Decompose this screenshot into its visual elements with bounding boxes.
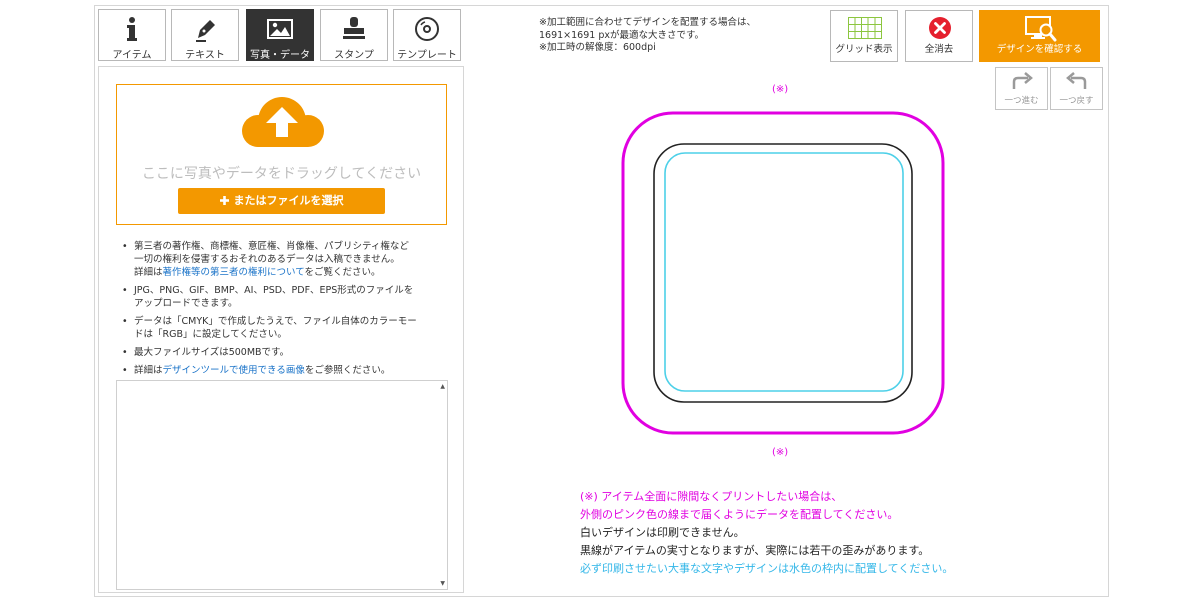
tab-label: 写真・データ xyxy=(250,50,310,61)
tab-label: テキスト xyxy=(185,50,225,61)
grid-button[interactable]: グリッド表示 xyxy=(830,10,898,62)
image-icon xyxy=(247,14,313,44)
confirm-label: デザインを確認する xyxy=(996,44,1083,55)
info-line: ※加工時の解像度：600dpi xyxy=(539,42,656,53)
choose-file-button[interactable]: またはファイルを選択 xyxy=(178,188,385,214)
tab-label: スタンプ xyxy=(334,50,374,61)
scroll-up-icon[interactable]: ▲ xyxy=(440,383,445,390)
upload-notes: 第三者の著作権、商標権、意匠権、肖像権、パブリシティ権など 一切の権利を侵害する… xyxy=(122,240,452,382)
note-copyright: 第三者の著作権、商標権、意匠権、肖像権、パブリシティ権など 一切の権利を侵害する… xyxy=(122,240,452,279)
redo-icon xyxy=(1010,72,1034,95)
caption-line: 必ず印刷させたい大事な文字やデザインは水色の枠内に配置してください。 xyxy=(580,562,954,575)
note-text: アップロードできます。 xyxy=(134,298,238,309)
undo-button[interactable]: 一つ戻す xyxy=(1050,67,1103,110)
drop-instruction: ここに写真やデータをドラッグしてください xyxy=(141,166,422,182)
undo-label: 一つ戻す xyxy=(1059,96,1094,106)
disc-icon xyxy=(394,14,460,44)
scroll-down-icon[interactable]: ▼ xyxy=(440,580,445,587)
note-text: ドは「RGB」に設定してください。 xyxy=(134,329,287,340)
bleed-mark-top: (※) xyxy=(772,84,789,95)
safe-area-outline xyxy=(664,152,904,392)
usable-images-link[interactable]: デザインツールで使用できる画像 xyxy=(163,365,305,376)
tab-photo-data[interactable]: 写真・データ xyxy=(246,9,314,61)
clear-label: 全消去 xyxy=(924,44,954,55)
pen-icon xyxy=(172,14,238,44)
choose-file-label: またはファイルを選択 xyxy=(233,194,344,207)
clear-icon xyxy=(928,16,952,43)
info-line: ※加工範囲に合わせてデザインを配置する場合は、 xyxy=(539,17,756,28)
info-icon xyxy=(99,14,165,44)
item-outline xyxy=(653,143,913,403)
redo-label: 一つ進む xyxy=(1004,96,1039,106)
grid-icon xyxy=(848,17,882,42)
note-text: データは「CMYK」で作成したうえで、ファイル自体のカラーモー xyxy=(134,316,417,327)
note-text: 詳細は xyxy=(134,365,163,376)
note-text: 第三者の著作権、商標権、意匠権、肖像権、パブリシティ権など xyxy=(134,241,409,252)
info-line: 1691×1691 pxが最適な大きさです。 xyxy=(539,29,705,41)
caption-line: 白いデザインは印刷できません。 xyxy=(580,526,745,539)
note-text: をご参照ください。 xyxy=(304,365,391,376)
cloud-upload-icon xyxy=(230,93,335,159)
tab-label: アイテム xyxy=(112,50,152,61)
note-color-mode: データは「CMYK」で作成したうえで、ファイル自体のカラーモー ドは「RGB」に… xyxy=(122,315,452,341)
note-formats: JPG、PNG、GIF、BMP、AI、PSD、PDF、EPS形式のファイルを ア… xyxy=(122,284,452,310)
confirm-design-button[interactable]: デザインを確認する xyxy=(979,10,1100,62)
note-text: 一切の権利を侵害するおそれのあるデータは入稿できません。 xyxy=(134,254,400,265)
stamp-icon xyxy=(321,14,387,44)
note-images: 詳細はデザインツールで使用できる画像をご参照ください。 xyxy=(122,364,452,377)
tab-item[interactable]: アイテム xyxy=(98,9,166,61)
tab-label: テンプレート xyxy=(397,50,457,61)
tab-template[interactable]: テンプレート xyxy=(393,9,461,61)
uploaded-files-list[interactable]: ▲ ▼ xyxy=(116,380,448,590)
clear-all-button[interactable]: 全消去 xyxy=(905,10,973,62)
caption-line: 黒線がアイテムの実寸となりますが、実際には若干の歪みがあります。 xyxy=(580,544,930,557)
bleed-mark-bottom: (※) xyxy=(772,447,789,458)
note-max-size: 最大ファイルサイズは500MBです。 xyxy=(122,346,452,359)
tab-text[interactable]: テキスト xyxy=(171,9,239,61)
print-info: ※加工範囲に合わせてデザインを配置する場合は、 1691×1691 pxが最適な… xyxy=(539,17,756,55)
canvas-caption: (※) アイテム全面に隙間なくプリントしたい場合は、 外側のピンク色の線まで届く… xyxy=(580,488,953,578)
drop-zone[interactable]: ここに写真やデータをドラッグしてください またはファイルを選択 xyxy=(116,84,447,225)
copyright-link[interactable]: 著作権等の第三者の権利について xyxy=(163,267,305,278)
undo-icon xyxy=(1065,72,1089,95)
note-text: 詳細は xyxy=(134,267,163,278)
tab-stamp[interactable]: スタンプ xyxy=(320,9,388,61)
note-text: 最大ファイルサイズは500MBです。 xyxy=(134,347,290,358)
design-canvas[interactable] xyxy=(620,110,950,440)
caption-line: 外側のピンク色の線まで届くようにデータを配置してください。 xyxy=(580,508,899,521)
note-text: JPG、PNG、GIF、BMP、AI、PSD、PDF、EPS形式のファイルを xyxy=(134,285,414,296)
note-text: をご覧ください。 xyxy=(304,267,381,278)
redo-button[interactable]: 一つ進む xyxy=(995,67,1048,110)
caption-line: (※) アイテム全面に隙間なくプリントしたい場合は、 xyxy=(580,490,843,503)
grid-label: グリッド表示 xyxy=(835,44,893,55)
plus-icon xyxy=(219,189,229,205)
